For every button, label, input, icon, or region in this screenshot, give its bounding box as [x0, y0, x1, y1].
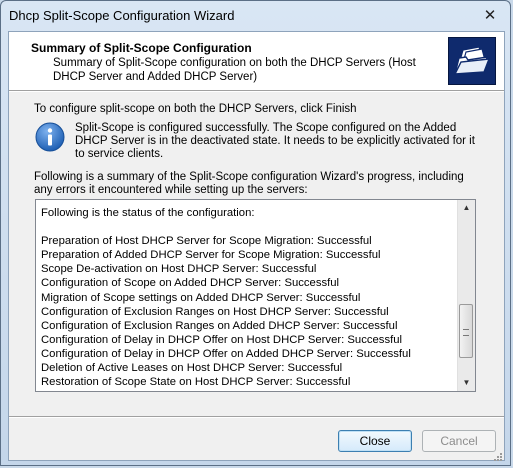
list-item [41, 220, 461, 234]
wizard-header: Summary of Split-Scope Configuration Sum… [9, 32, 504, 91]
scroll-down-arrow-icon[interactable]: ▼ [458, 375, 475, 391]
cancel-button[interactable]: Cancel [422, 430, 496, 452]
close-button[interactable]: Close [338, 430, 412, 452]
vertical-scrollbar[interactable]: ▲ ▼ [457, 200, 475, 391]
list-item: Deletion of Active Leases on Host DHCP S… [41, 362, 343, 375]
page-title: Summary of Split-Scope Configuration [31, 41, 252, 55]
window-close-icon[interactable]: ✕ [482, 7, 498, 23]
list-item: Configuration of Delay in DHCP Offer on … [41, 333, 403, 346]
title-bar[interactable]: Dhcp Split-Scope Configuration Wizard ✕ [1, 1, 510, 31]
wizard-window: Dhcp Split-Scope Configuration Wizard ✕ … [0, 0, 511, 466]
list-item: Configuration of Exclusion Ranges on Hos… [41, 305, 389, 318]
info-icon [34, 121, 66, 153]
list-item: Configuration of Delay in DHCP Offer on … [41, 347, 411, 360]
list-item: Configuration of Scope on Added DHCP Ser… [41, 277, 340, 290]
list-item: Configuration of Exclusion Ranges on Add… [41, 319, 398, 332]
scroll-up-arrow-icon[interactable]: ▲ [458, 200, 475, 216]
list-item: Preparation of Host DHCP Server for Scop… [41, 235, 372, 248]
success-message: Split-Scope is configured successfully. … [75, 122, 475, 160]
instruction-text: To configure split-scope on both the DHC… [34, 103, 357, 115]
window-title: Dhcp Split-Scope Configuration Wizard [9, 8, 235, 23]
list-item: Migration of Scope settings on Added DHC… [41, 291, 361, 304]
header-divider [9, 91, 504, 92]
page-subtitle: Summary of Split-Scope configuration on … [53, 57, 416, 83]
status-lines: Following is the status of the configura… [41, 206, 461, 389]
status-listbox[interactable]: Following is the status of the configura… [35, 199, 476, 392]
list-item: Scope De-activation on Host DHCP Server:… [41, 263, 317, 276]
wizard-client-area: Summary of Split-Scope Configuration Sum… [8, 31, 505, 461]
grip-icon [463, 329, 469, 336]
list-item: Restoration of Scope State on Host DHCP … [41, 376, 351, 389]
scrollbar-thumb[interactable] [459, 304, 473, 358]
resize-grip-icon[interactable] [493, 449, 503, 461]
footer-divider-highlight [9, 417, 504, 418]
folder-documents-icon [448, 37, 496, 85]
list-item: Preparation of Added DHCP Server for Sco… [41, 249, 381, 262]
summary-intro-text: Following is a summary of the Split-Scop… [34, 171, 464, 196]
list-item: Following is the status of the configura… [41, 207, 255, 219]
